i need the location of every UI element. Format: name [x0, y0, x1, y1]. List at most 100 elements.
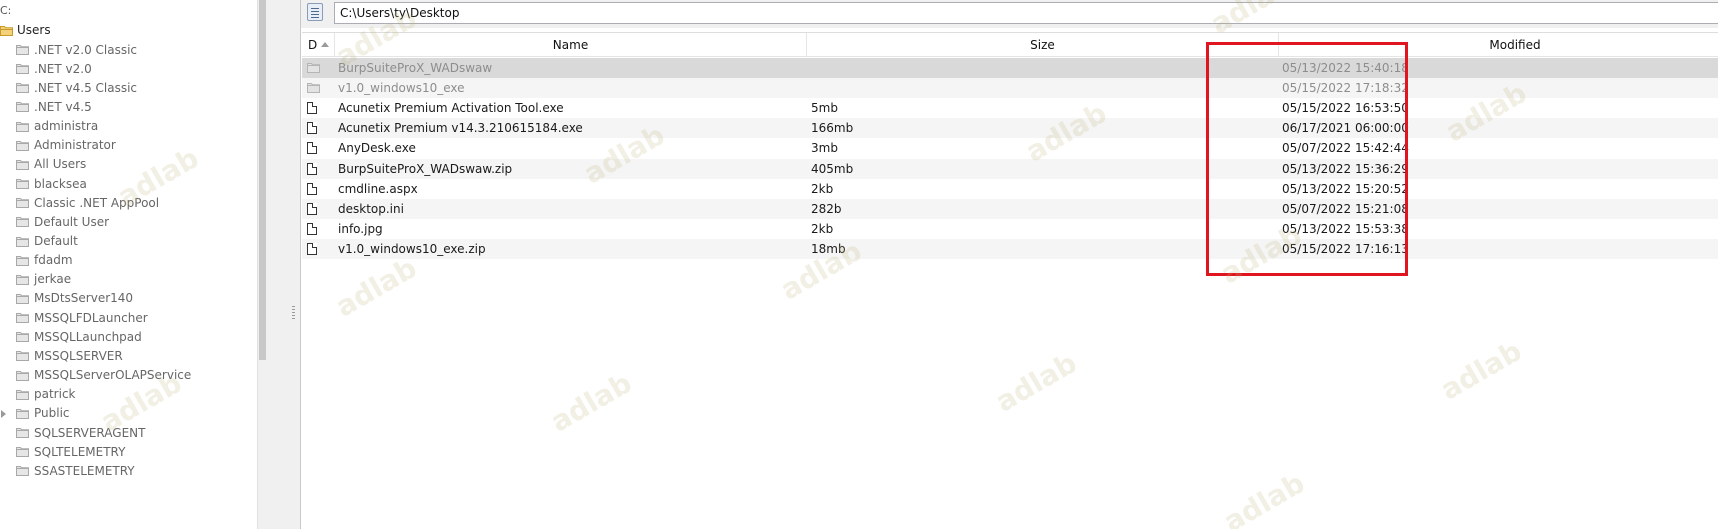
folder-icon: [16, 446, 29, 458]
folder-icon: [16, 121, 29, 132]
tree-item-label: Users: [17, 23, 51, 37]
file-size: 18mb: [811, 241, 846, 256]
tree-item[interactable]: All Users: [16, 155, 86, 174]
tree-item-label: MSSQLLaunchpad: [34, 329, 142, 344]
tree-item-label: All Users: [34, 157, 87, 172]
file-list[interactable]: D Name Size Modified BurpSuiteProX_WADsw…: [302, 32, 1718, 529]
highlight-box: [1206, 42, 1408, 276]
folder-icon: [307, 82, 320, 96]
file-name: BurpSuiteProX_WADswaw.zip: [338, 161, 513, 176]
file-row[interactable]: BurpSuiteProX_WADswaw 05/13/2022 15:40:18: [302, 58, 1718, 78]
folder-icon: [16, 408, 29, 419]
file-icon: [307, 162, 317, 175]
tree-item-label: SQLSERVERAGENT: [34, 425, 146, 440]
tree-item[interactable]: Administrator: [16, 136, 116, 155]
tree-item-label: .NET v4.5: [34, 99, 92, 114]
path-input[interactable]: [334, 2, 1718, 24]
tree-item-label: Default: [34, 234, 78, 248]
folder-icon: [16, 44, 29, 55]
folder-icon: [16, 159, 29, 170]
file-row[interactable]: info.jpg 2kb 05/13/2022 15:53:38: [302, 219, 1718, 239]
file-size: 166mb: [811, 121, 854, 136]
open-folder-icon: [0, 25, 13, 36]
folder-icon: [16, 255, 29, 266]
tree-item[interactable]: Classic .NET AppPool: [16, 193, 159, 212]
tree-item[interactable]: administra: [16, 117, 98, 136]
tree-item-label: jerkae: [34, 272, 72, 287]
tree-item[interactable]: SSASTELEMETRY: [16, 461, 135, 480]
file-size: 2kb: [811, 181, 834, 196]
folder-icon: [16, 178, 29, 190]
tree-item-label: patrick: [34, 387, 76, 402]
tree-item[interactable]: fdadm: [16, 251, 73, 270]
tree-item[interactable]: MSSQLServerOLAPService: [16, 366, 191, 385]
tree-item-label: .NET v2.0 Classic: [34, 42, 138, 57]
tree-item[interactable]: MSSQLSERVER: [16, 346, 123, 365]
tree-item[interactable]: MSSQLLaunchpad: [16, 327, 142, 346]
tree-item-label: MsDtsServer140: [34, 291, 134, 306]
tree-item[interactable]: .NET v4.5: [16, 97, 92, 116]
file-icon: [307, 122, 317, 135]
tree-item-label: Default User: [34, 214, 110, 229]
splitter-grip-icon[interactable]: [292, 306, 295, 320]
file-name: desktop.ini: [338, 201, 404, 216]
file-row[interactable]: v1.0_windows10_exe.zip 18mb 05/15/2022 17:…: [302, 238, 1718, 259]
tree-item[interactable]: blacksea: [16, 174, 87, 193]
tree-item-label: SQLTELEMETRY: [34, 444, 126, 459]
folder-icon: [16, 370, 29, 381]
tree-item[interactable]: .NET v2.0 Classic: [16, 40, 137, 59]
tree-item[interactable]: Public: [16, 404, 70, 423]
file-name: BurpSuiteProX_WADswaw: [338, 61, 493, 75]
file-row[interactable]: cmdline.aspx 2kb 05/13/2022 15:20:52: [302, 179, 1718, 199]
expand-arrow-icon[interactable]: [1, 409, 6, 418]
file-row[interactable]: BurpSuiteProX_WADswaw.zip 405mb 05/13/2022…: [302, 158, 1718, 179]
tree-item[interactable]: MsDtsServer140: [16, 289, 133, 308]
file-row[interactable]: AnyDesk.exe 3mb 05/07/2022 15:42:44: [302, 138, 1718, 158]
file-size: 282b: [811, 201, 842, 216]
tree-item-label: Administrator: [34, 138, 116, 153]
tree-item[interactable]: patrick: [16, 385, 76, 404]
tree-scrollbar[interactable]: [257, 0, 266, 529]
folder-icon: [16, 274, 29, 285]
pane-splitter[interactable]: [266, 0, 300, 529]
tree-item-label: Classic .NET AppPool: [34, 195, 160, 210]
file-icon: [307, 242, 317, 255]
folder-icon: [16, 236, 29, 247]
notepad-icon[interactable]: [307, 3, 323, 21]
tree-item[interactable]: SQLSERVERAGENT: [16, 423, 145, 442]
file-row[interactable]: Acunetix Premium Activation Tool.exe 5mb 0…: [302, 98, 1718, 118]
file-row[interactable]: Acunetix Premium v14.3.210615184.exe 166m…: [302, 118, 1718, 139]
folder-icon: [16, 331, 29, 343]
tree-item[interactable]: SQLTELEMETRY: [16, 442, 125, 461]
tree-item[interactable]: Default: [16, 232, 78, 251]
tree-item-label: SSASTELEMETRY: [34, 463, 135, 478]
folder-icon: [16, 216, 29, 228]
file-row[interactable]: desktop.ini 282b 05/07/2022 15:21:08: [302, 198, 1718, 219]
tree-item[interactable]: Default User: [16, 212, 109, 231]
folder-icon: [307, 62, 320, 76]
file-name: v1.0_windows10_exe: [338, 81, 465, 96]
folder-icon: [16, 312, 29, 324]
tree-item[interactable]: MSSQLFDLauncher: [16, 308, 148, 327]
column-header-name[interactable]: Name: [335, 33, 807, 57]
file-name: Acunetix Premium v14.3.210615184.exe: [338, 121, 583, 136]
file-pane: D Name Size Modified BurpSuiteProX_WADsw…: [300, 0, 1718, 529]
folder-icon: [16, 293, 29, 304]
tree-root-label[interactable]: C:: [0, 4, 11, 18]
folder-tree[interactable]: C: Users .NET v2.0 Classic .NET v2.0 .NET …: [0, 0, 257, 529]
tree-item[interactable]: jerkae: [16, 270, 71, 289]
folder-icon: [16, 427, 29, 438]
file-size: 2kb: [811, 221, 834, 236]
folder-icon: [16, 465, 29, 477]
file-list-header: D Name Size Modified: [302, 33, 1718, 57]
column-header-dir[interactable]: D: [302, 33, 335, 57]
tree-item[interactable]: .NET v2.0: [16, 59, 92, 78]
file-name: v1.0_windows10_exe.zip: [338, 241, 486, 256]
file-icon: [307, 222, 317, 235]
tree-scrollbar-thumb[interactable]: [259, 0, 266, 360]
tree-item[interactable]: .NET v4.5 Classic: [16, 78, 137, 97]
tree-item-users[interactable]: Users: [0, 21, 51, 39]
folder-icon: [16, 82, 29, 94]
file-row[interactable]: v1.0_windows10_exe 05/15/2022 17:18:32: [302, 78, 1718, 99]
tree-item-label: administra: [34, 119, 99, 134]
